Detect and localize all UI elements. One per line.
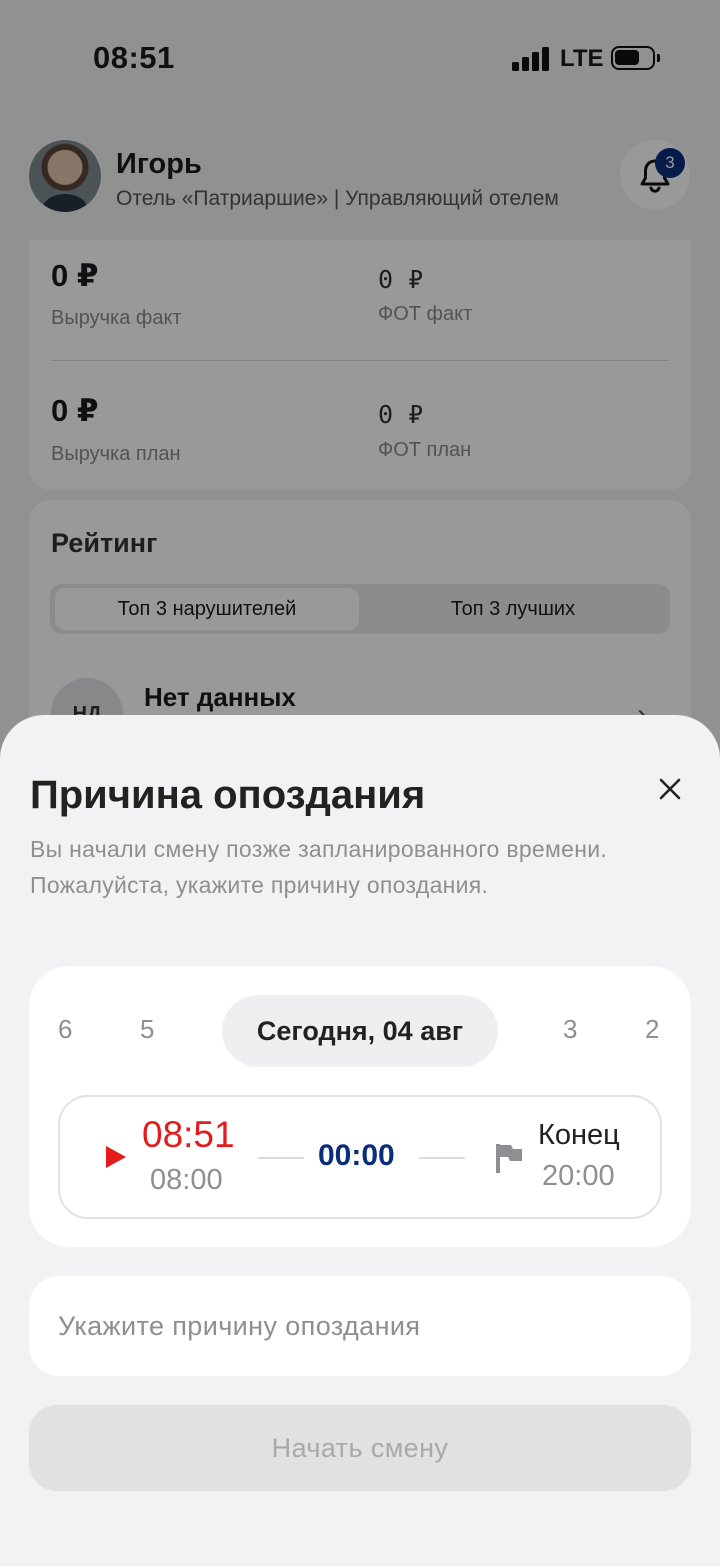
sheet-description: Вы начали смену позже запланированного в…: [30, 831, 670, 903]
close-icon: [659, 778, 681, 800]
day-item-selected[interactable]: Сегодня, 04 авг: [222, 995, 498, 1067]
description-line-1: Вы начали смену позже запланированного в…: [30, 836, 608, 862]
separator-line: [258, 1157, 304, 1159]
shift-duration: 00:00: [318, 1139, 395, 1172]
day-item-2[interactable]: 2: [645, 1014, 659, 1045]
start-shift-button[interactable]: Начать смену: [29, 1405, 691, 1491]
end-time: 20:00: [542, 1160, 615, 1192]
late-reason-input[interactable]: [29, 1276, 691, 1376]
start-actual-time: 08:51: [142, 1114, 235, 1155]
day-item-3[interactable]: 3: [563, 1014, 577, 1045]
late-reason-sheet: Причина опоздания Вы начали смену позже …: [0, 715, 720, 1566]
flag-icon: [496, 1144, 522, 1173]
play-icon: [106, 1146, 126, 1168]
day-item-5[interactable]: 5: [140, 1014, 154, 1045]
shift-times: 08:51 08:00 00:00 Конец 20:00: [58, 1095, 662, 1219]
day-item-6[interactable]: 6: [58, 1014, 72, 1045]
separator-line: [419, 1157, 465, 1159]
end-label: Конец: [538, 1119, 620, 1151]
shift-card: 6 5 Сегодня, 04 авг 3 2 08:51 08:00 00:0…: [29, 966, 691, 1247]
sheet-title: Причина опоздания: [30, 773, 426, 817]
start-planned-time: 08:00: [150, 1164, 223, 1196]
close-button[interactable]: [648, 767, 692, 811]
description-line-2: Пожалуйста, укажите причину опоздания.: [30, 872, 489, 898]
